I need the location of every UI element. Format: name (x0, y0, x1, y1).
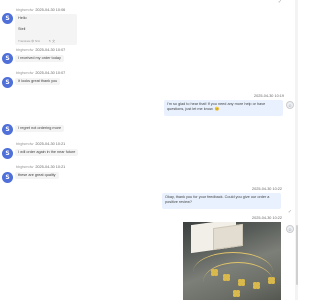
message-text: Okay, thank you for your feedback. Could… (165, 195, 270, 204)
customer-avatar: S (2, 124, 13, 135)
message-time: 2025-04-30 10:07 (35, 48, 66, 52)
read-check-icon: ✓ (277, 0, 283, 5)
customer-message-bubble: I will order again in the near future (15, 149, 79, 156)
message-time: 2025-04-30 10:22 (252, 216, 282, 220)
message-text: It looks great thank you (18, 79, 58, 83)
translate-label[interactable]: Translate 中 N/A (18, 39, 40, 43)
agent-avatar-icon: ☺ (286, 101, 294, 109)
message-text: these are great quality (18, 173, 56, 177)
message-meta: bbgtsmdw 2025-04-30 10:07 (16, 48, 65, 52)
customer-avatar: S (2, 13, 13, 24)
sender-nickname: bbgtsmdw (16, 8, 34, 12)
message-line: Stell (18, 27, 26, 31)
sender-nickname: bbgtsmdw (16, 48, 34, 52)
clover-pendant (211, 269, 218, 276)
agent-message-bubble: I'm so glad to hear that! If you need an… (164, 100, 283, 116)
clover-pendant (238, 279, 245, 286)
clover-pendant (233, 290, 240, 297)
customer-message-bubble: I received my order today (15, 55, 64, 62)
scrollbar-thumb[interactable] (295, 225, 298, 285)
clover-pendant (223, 274, 230, 281)
message-text: I will order again in the near future (18, 150, 76, 154)
customer-message-bubble: It looks great thank you (15, 78, 61, 85)
product-photo-image[interactable] (183, 222, 281, 300)
message-meta: bbgtsmdw 2025-04-30 10:07 (16, 71, 65, 75)
message-text: I received my order today (18, 56, 61, 60)
translate-tools-icon[interactable]: ↻ 文 (49, 39, 55, 43)
customer-message-bubble: I regret not ordering more (15, 125, 65, 132)
message-time: 2025-04-30 10:22 (252, 187, 282, 191)
message-time: 2025-04-30 10:06 (35, 8, 66, 12)
sender-nickname: bbgtsmdw (16, 71, 34, 75)
customer-message-bubble: Hello Stell Translate 中 N/A ↻ 文 (15, 14, 77, 45)
customer-avatar: S (2, 77, 13, 88)
message-meta: bbgtsmdw 2025-04-30 10:21 (16, 142, 65, 146)
clover-pendant (253, 282, 260, 289)
customer-avatar: S (2, 148, 13, 159)
message-time: 2025-04-30 10:19 (254, 94, 284, 98)
message-time: 2025-04-30 10:07 (35, 71, 66, 75)
agent-avatar-icon: ☺ (286, 225, 294, 233)
message-text: I'm so glad to hear that! If you need an… (167, 102, 266, 111)
message-text: I regret not ordering more (18, 126, 62, 130)
translate-row[interactable]: Translate 中 N/A ↻ 文 (18, 39, 74, 44)
message-line: Hello (18, 16, 27, 20)
message-time: 2025-04-30 10:21 (35, 165, 66, 169)
jewelry-box-lid (213, 223, 243, 251)
sender-nickname: bbgtsmdw (16, 165, 34, 169)
message-time: 2025-04-30 10:21 (35, 142, 66, 146)
customer-message-bubble: these are great quality (15, 172, 59, 179)
customer-avatar: S (2, 172, 13, 183)
message-meta: bbgtsmdw 2025-04-30 10:21 (16, 165, 65, 169)
message-meta: bbgtsmdw 2025-04-30 10:06 (16, 8, 65, 12)
read-check-icon: ✓ (287, 209, 293, 215)
agent-message-bubble: Okay, thank you for your feedback. Could… (162, 193, 281, 209)
customer-avatar: S (2, 53, 13, 64)
sender-nickname: bbgtsmdw (16, 142, 34, 146)
clover-pendant (268, 277, 275, 284)
